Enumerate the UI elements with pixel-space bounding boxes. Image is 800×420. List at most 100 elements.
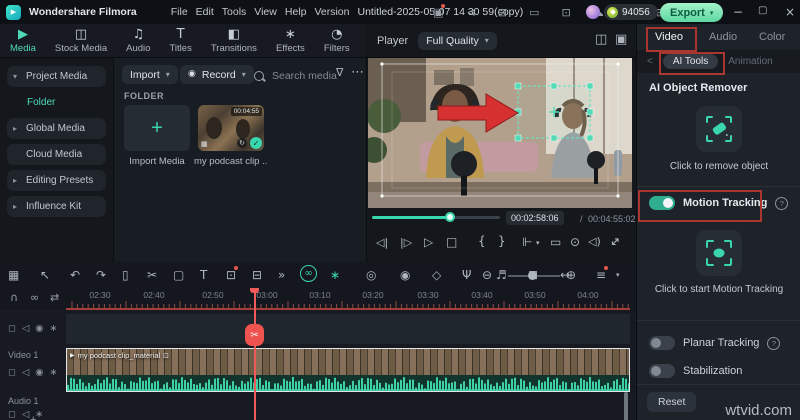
tab-filters[interactable]: ◔Filters <box>324 27 350 54</box>
screen-record-icon[interactable]: ◉ <box>400 268 410 282</box>
fx-icon[interactable]: ∗ <box>50 367 58 378</box>
mark-out-button[interactable]: } <box>498 234 506 248</box>
crop-icon[interactable]: ▢ <box>173 268 184 282</box>
eye-icon[interactable]: ◉ <box>35 323 43 334</box>
sidebar-item-cloud-media[interactable]: Cloud Media <box>7 144 106 165</box>
fullscreen-button[interactable]: ↕ <box>607 233 624 250</box>
tab-stock-media[interactable]: ◫Stock Media <box>55 27 107 54</box>
zoom-out-icon[interactable]: ⊖ <box>482 268 492 282</box>
redo-icon[interactable]: ↷ <box>96 268 106 282</box>
split-scissors-icon[interactable]: ✂ <box>147 268 157 282</box>
tab-effects[interactable]: ∗Effects <box>276 27 305 54</box>
coin-balance-badge[interactable]: 94056 <box>604 4 658 20</box>
tab-titles[interactable]: TTitles <box>169 27 191 54</box>
help-icon[interactable]: ? <box>775 197 788 210</box>
reset-button[interactable]: Reset <box>647 392 696 412</box>
tab-audio[interactable]: ♫Audio <box>126 27 150 54</box>
stabilization-toggle[interactable] <box>649 364 675 378</box>
mute-icon[interactable]: ◁ <box>22 367 29 378</box>
subtab-animation[interactable]: Animation <box>728 56 772 67</box>
voiceover-mic-icon[interactable]: Ψ <box>462 268 471 282</box>
import-dropdown[interactable]: Import▾ <box>122 65 178 84</box>
preview-frame-icon[interactable]: ▣ <box>615 33 627 46</box>
motion-tracking-box[interactable] <box>515 83 593 141</box>
stop-button[interactable]: □ <box>446 235 457 249</box>
volume-button[interactable]: ◁) <box>588 235 601 248</box>
delete-icon[interactable]: ▯ <box>122 268 129 282</box>
save-icon[interactable]: ⊡ <box>562 6 571 19</box>
mark-in-button[interactable]: { <box>478 234 486 248</box>
lock-icon[interactable]: ◻ <box>8 409 16 420</box>
audio-mixer-icon[interactable]: ♬ <box>496 268 507 282</box>
remove-object-button[interactable] <box>696 106 742 152</box>
task-list-icon[interactable]: ⊟ <box>498 6 507 19</box>
ai-mask-icon[interactable]: ∞ <box>300 265 317 282</box>
keyboard-icon[interactable]: ▭ <box>529 6 539 19</box>
sidebar-item-folder[interactable]: Folder <box>7 92 106 113</box>
pip-box-icon[interactable]: ⊡ <box>226 268 236 282</box>
lock-icon[interactable]: ◻ <box>8 323 16 334</box>
next-frame-button[interactable]: |▷ <box>400 236 412 249</box>
tab-transitions[interactable]: ◧Transitions <box>211 27 257 54</box>
menu-tools[interactable]: Tools <box>222 6 247 18</box>
zoom-in-icon[interactable]: ⊕ <box>566 268 576 282</box>
camera-shake-icon[interactable]: ◎ <box>366 268 376 282</box>
avatar[interactable] <box>586 5 600 19</box>
keyframe-copy-icon[interactable]: ⊟ <box>252 268 262 282</box>
filter-icon[interactable]: ∇ <box>336 67 343 78</box>
previous-frame-button[interactable]: ◁| <box>376 236 388 249</box>
play-button[interactable]: ▷ <box>424 235 433 249</box>
select-tool-icon[interactable]: ↖ <box>40 268 50 282</box>
mute-icon[interactable]: ◁ <box>22 323 29 334</box>
text-tool-icon[interactable]: T <box>200 268 207 282</box>
import-media-tile[interactable]: + <box>124 105 190 151</box>
add-track-button[interactable]: + <box>30 414 36 420</box>
playhead-split-badge[interactable]: ✂ <box>245 324 264 346</box>
mirror-display-button[interactable]: ▭ <box>550 235 561 249</box>
clip-thumbnail[interactable]: 00:04:55 ▦ ↻ ✓ <box>198 105 264 151</box>
menu-help[interactable]: Help <box>285 6 307 18</box>
planar-tracking-toggle[interactable] <box>649 336 675 350</box>
restore-button[interactable]: ▢ <box>758 5 767 16</box>
menu-view[interactable]: View <box>254 6 277 18</box>
sidebar-item-influence-kit[interactable]: ▸Influence Kit <box>7 196 106 217</box>
media-browser-icon[interactable]: ▦ <box>8 268 19 282</box>
tab-color[interactable]: Color <box>759 31 785 43</box>
more-options-icon[interactable]: ⋯ <box>351 66 364 79</box>
zoom-slider-knob[interactable] <box>528 271 537 280</box>
split-screen-icon[interactable]: ◫ <box>595 33 607 46</box>
undo-icon[interactable]: ↶ <box>70 268 80 282</box>
minimize-button[interactable]: − <box>733 5 743 19</box>
seek-knob[interactable] <box>445 212 455 222</box>
sidebar-item-project-media[interactable]: ▾Project Media <box>7 66 106 87</box>
quality-dropdown[interactable]: Full Quality▾ <box>418 32 497 50</box>
overlay-track-row[interactable] <box>66 314 630 344</box>
lock-icon[interactable]: ◻ <box>8 367 16 378</box>
tab-media[interactable]: ▶Media <box>10 27 36 54</box>
more-tools-icon[interactable]: » <box>278 268 285 282</box>
playhead[interactable] <box>254 288 256 420</box>
sidebar-item-global-media[interactable]: ▸Global Media <box>7 118 106 139</box>
plugin-shield-icon[interactable]: ◇ <box>432 268 441 282</box>
mute-icon[interactable]: ◁ <box>22 409 29 420</box>
export-button[interactable]: Export ▾ <box>660 3 723 22</box>
timeline-ruler[interactable]: ∩ ∞ ⇄ 02:30 02:40 02:50 03:00 03:10 03:2… <box>0 288 636 310</box>
vertical-scrollbar[interactable] <box>624 392 628 420</box>
record-dropdown[interactable]: ◉Record▾ <box>180 65 254 84</box>
menu-edit[interactable]: Edit <box>196 6 214 18</box>
tab-audio[interactable]: Audio <box>709 31 737 43</box>
video-preview[interactable] <box>368 58 632 208</box>
back-chevron-icon[interactable]: < <box>647 56 653 67</box>
close-button[interactable]: × <box>785 5 795 19</box>
fx-icon[interactable]: ∗ <box>50 323 58 334</box>
menu-version[interactable]: Version <box>314 6 349 18</box>
sidebar-item-editing-presets[interactable]: ▸Editing Presets <box>7 170 106 191</box>
ai-effect-icon[interactable]: ∗ <box>330 268 340 282</box>
chevron-down-icon[interactable]: ▾ <box>616 271 620 279</box>
menu-file[interactable]: File <box>171 6 188 18</box>
snapshot-button[interactable]: ⊙ <box>570 235 580 249</box>
gift-icon[interactable]: ▣ <box>433 6 443 19</box>
help-icon[interactable]: ? <box>767 337 780 350</box>
megaphone-icon[interactable]: ⊲ <box>466 6 475 19</box>
track-manager-icon[interactable]: ≡ <box>596 268 606 282</box>
